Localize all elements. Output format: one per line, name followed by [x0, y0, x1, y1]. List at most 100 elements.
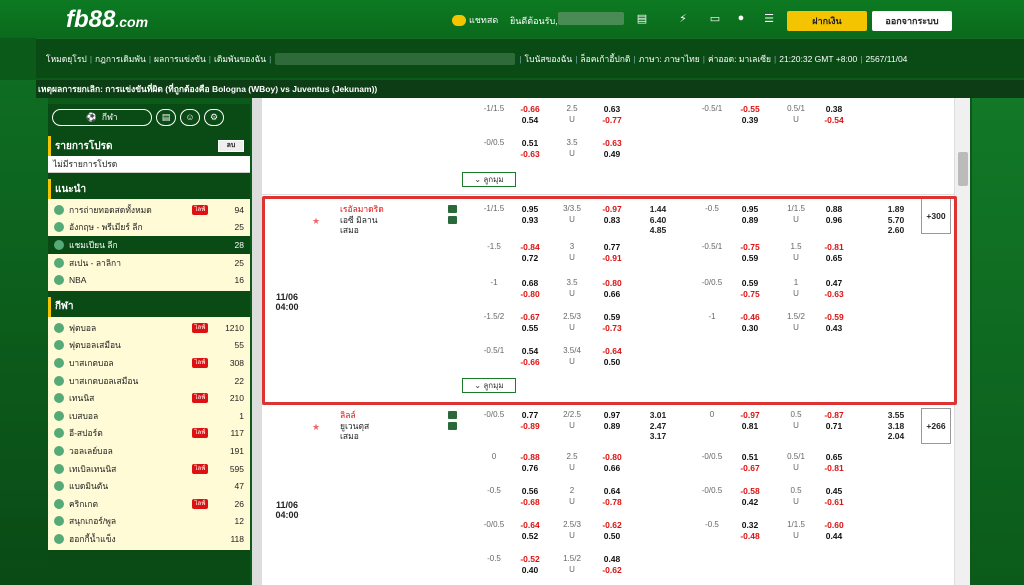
sidebar-item[interactable]: เบสบอล 1: [48, 407, 250, 425]
odds-cell[interactable]: 0.88 0.96: [814, 204, 854, 225]
1x2-odds[interactable]: 1.44 6.40 4.85: [638, 204, 678, 236]
odds-cell[interactable]: -0.60 0.44: [814, 520, 854, 541]
odds-cell[interactable]: -0.64 0.52: [510, 520, 550, 541]
1x2-odds[interactable]: 3.01 2.47 3.17: [638, 410, 678, 442]
odds-cell[interactable]: -0.88 0.76: [510, 452, 550, 473]
odds-cell[interactable]: -0.87 0.71: [814, 410, 854, 431]
scroll-thumb[interactable]: [958, 152, 968, 186]
user-icon[interactable]: ☺: [180, 108, 200, 126]
more-bets-button[interactable]: ⌄ ลูกมุม: [462, 172, 516, 187]
nav-item[interactable]: โหมดยุโรป: [36, 52, 90, 66]
scrollbar[interactable]: [954, 98, 970, 585]
odds-cell[interactable]: 0.51 -0.63: [510, 138, 550, 159]
odds-cell[interactable]: -0.67 0.55: [510, 312, 550, 333]
nav-item[interactable]: โบนัสของฉัน: [522, 52, 576, 66]
odds-cell[interactable]: -0.75 0.59: [730, 242, 770, 263]
stats-icon[interactable]: [448, 411, 457, 419]
odds-cell[interactable]: -0.58 0.42: [730, 486, 770, 507]
sidebar-item[interactable]: ฟุตบอลเสมือน 55: [48, 337, 250, 355]
match-teams[interactable]: เรอัลมาดริด เอซี มิลาน เสมอ: [340, 204, 384, 236]
nav-item[interactable]: ผลการแข่งขัน: [151, 52, 209, 66]
logout-button[interactable]: ออกจากระบบ: [872, 11, 952, 31]
nav-item[interactable]: กฎการเดิมพัน: [92, 52, 149, 66]
more-markets-button[interactable]: +300: [921, 198, 951, 234]
odds-cell[interactable]: -0.80 0.66: [592, 452, 632, 473]
sidebar-item[interactable]: NBA 16: [48, 271, 250, 289]
fh-1x2-odds[interactable]: 1.89 5.70 2.60: [876, 204, 916, 236]
sidebar-item[interactable]: เทนนิส ไลฟ์ 210: [48, 389, 250, 407]
odds-cell[interactable]: -0.63 0.49: [592, 138, 632, 159]
favorite-star-icon[interactable]: ★: [312, 422, 320, 433]
sidebar-item[interactable]: แบดมินตัน 47: [48, 477, 250, 495]
odds-cell[interactable]: 0.51 -0.67: [730, 452, 770, 473]
more-bets-button[interactable]: ⌄ ลูกมุม: [462, 378, 516, 393]
odds-cell[interactable]: 0.95 0.93: [510, 204, 550, 225]
odds-cell[interactable]: 0.95 0.89: [730, 204, 770, 225]
favorite-star-icon[interactable]: ★: [312, 216, 320, 227]
nav-item[interactable]: ภาษา: ภาษาไทย: [636, 52, 703, 66]
sidebar-item[interactable]: ฟุตบอล ไลฟ์ 1210: [48, 319, 250, 337]
odds-cell[interactable]: 0.97 0.89: [592, 410, 632, 431]
match-teams[interactable]: ลิลล์ ยูเวนตุส เสมอ: [340, 410, 369, 442]
odds-cell[interactable]: 0.45 -0.61: [814, 486, 854, 507]
sidebar-item[interactable]: วอลเลย์บอล 191: [48, 442, 250, 460]
nav-item[interactable]: ค่าออด: มาเลเซีย: [705, 52, 774, 66]
sidebar-item[interactable]: อี-สปอร์ต ไลฟ์ 117: [48, 425, 250, 443]
odds-cell[interactable]: -0.59 0.43: [814, 312, 854, 333]
odds-cell[interactable]: 0.64 -0.78: [592, 486, 632, 507]
sidebar-item[interactable]: แชมเปียน ลีก 28: [48, 236, 250, 254]
sidebar-item[interactable]: สนุกเกอร์/พูล 12: [48, 513, 250, 531]
more-markets-button[interactable]: +266: [921, 408, 951, 444]
sidebar-item[interactable]: ฮอกกี้น้ำแข็ง 118: [48, 530, 250, 548]
brand-logo[interactable]: fb88.com: [66, 6, 148, 34]
nav-item[interactable]: ล็อคเก้าอี้ปกติ: [577, 52, 633, 66]
stats-icon[interactable]: [448, 205, 457, 213]
odds-cell[interactable]: 0.48 -0.62: [592, 554, 632, 575]
settings-icon[interactable]: ⚙: [204, 108, 224, 126]
vip-icon[interactable]: ▭: [704, 12, 726, 25]
odds-cell[interactable]: 0.38 -0.54: [814, 104, 854, 125]
odds-cell[interactable]: -0.80 0.66: [592, 278, 632, 299]
sidebar-item[interactable]: การถ่ายทอดสดทั้งหมด ไลฟ์ 94: [48, 201, 250, 219]
odds-cell[interactable]: 0.77 -0.91: [592, 242, 632, 263]
sidebar-item[interactable]: บาสเกตบอลเสมือน 22: [48, 372, 250, 390]
favorites-toggle[interactable]: ลบ: [218, 140, 244, 152]
odds-cell[interactable]: 0.32 -0.48: [730, 520, 770, 541]
deposit-button[interactable]: ฝากเงิน: [787, 11, 867, 31]
odds-cell[interactable]: 0.47 -0.63: [814, 278, 854, 299]
odds-cell[interactable]: 0.65 -0.81: [814, 452, 854, 473]
odds-cell[interactable]: 0.59 -0.73: [592, 312, 632, 333]
odds-cell[interactable]: -0.66 0.54: [510, 104, 550, 125]
odds-cell[interactable]: -0.52 0.40: [510, 554, 550, 575]
odds-cell[interactable]: 0.68 -0.80: [510, 278, 550, 299]
list-icon[interactable]: ☰: [763, 12, 775, 25]
odds-cell[interactable]: 0.77 -0.89: [510, 410, 550, 431]
fh-1x2-odds[interactable]: 3.55 3.18 2.04: [876, 410, 916, 442]
sidebar-item[interactable]: อังกฤษ - พรีเมียร์ ลีก 25: [48, 219, 250, 237]
odds-cell[interactable]: -0.55 0.39: [730, 104, 770, 125]
sidebar-item[interactable]: สเปน - ลาลิกา 25: [48, 254, 250, 272]
refresh-icon[interactable]: ⚡: [677, 12, 689, 25]
sports-button[interactable]: ⚽ กีฬา: [52, 108, 152, 126]
live-stream-icon[interactable]: [448, 422, 457, 430]
live-chat-button[interactable]: แชทสด: [452, 13, 498, 27]
odds-cell[interactable]: -0.97 0.83: [592, 204, 632, 225]
odds-cell[interactable]: -0.46 0.30: [730, 312, 770, 333]
nav-item[interactable]: เดิมพันของฉัน: [211, 52, 269, 66]
odds-cell[interactable]: 0.56 -0.68: [510, 486, 550, 507]
odds-cell[interactable]: -0.81 0.65: [814, 242, 854, 263]
balance-icon[interactable]: ▤: [636, 12, 648, 25]
betslip-icon[interactable]: ▤: [156, 108, 176, 126]
sidebar-item[interactable]: เทเบิลเทนนิส ไลฟ์ 595: [48, 460, 250, 478]
sidebar-item[interactable]: บาสเกตบอล ไลฟ์ 308: [48, 354, 250, 372]
odds-cell[interactable]: -0.84 0.72: [510, 242, 550, 263]
live-stream-icon[interactable]: [448, 216, 457, 224]
odds-cell[interactable]: 0.54 -0.66: [510, 346, 550, 367]
odds-cell[interactable]: -0.62 0.50: [592, 520, 632, 541]
odds-cell[interactable]: 0.59 -0.75: [730, 278, 770, 299]
odds-cell[interactable]: -0.64 0.50: [592, 346, 632, 367]
odds-cell[interactable]: 0.63 -0.77: [592, 104, 632, 125]
user-icon[interactable]: ●: [735, 12, 747, 25]
odds-cell[interactable]: -0.97 0.81: [730, 410, 770, 431]
sidebar-item[interactable]: คริกเกต ไลฟ์ 26: [48, 495, 250, 513]
